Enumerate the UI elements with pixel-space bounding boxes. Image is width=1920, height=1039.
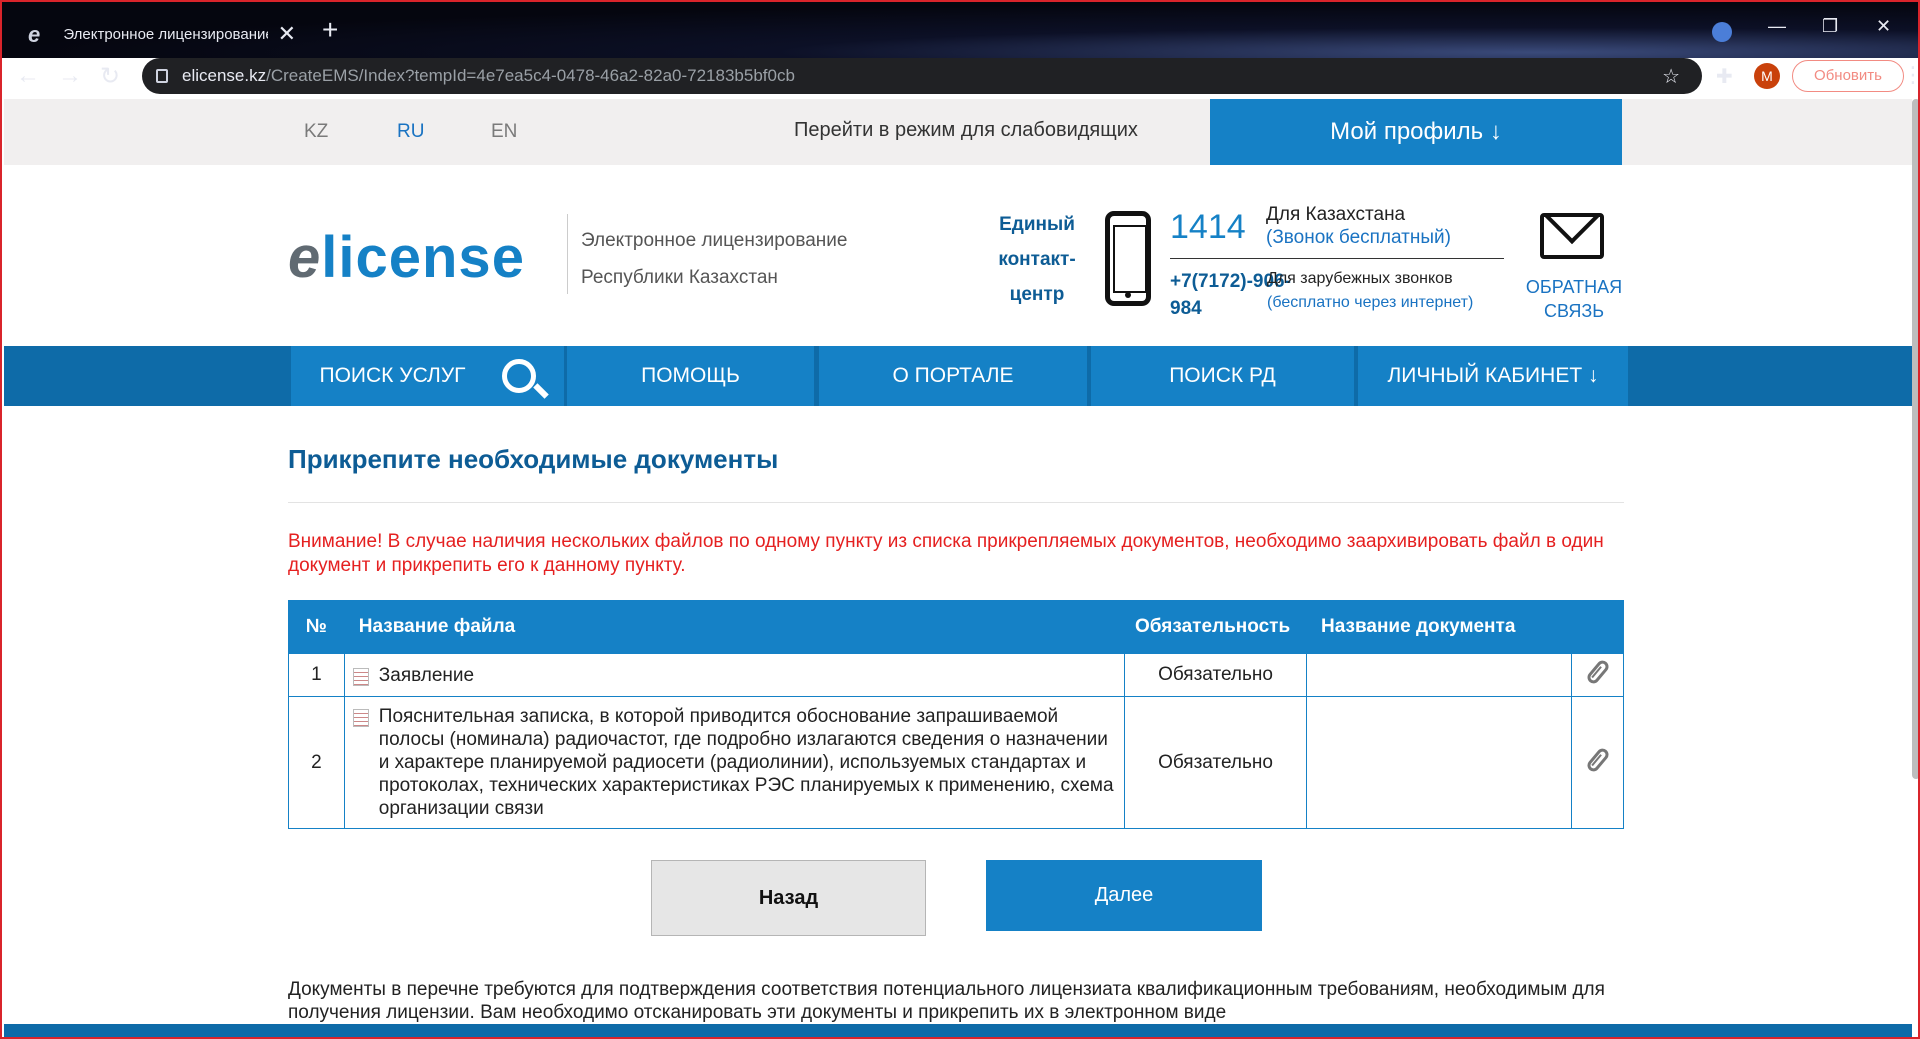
table-header-row: № Название файла Обязательность Название… xyxy=(288,600,1624,654)
logo-text: license xyxy=(321,225,525,290)
documents-table: № Название файла Обязательность Название… xyxy=(288,600,1624,829)
col-number: № xyxy=(288,600,345,654)
next-button[interactable]: Далее xyxy=(986,860,1262,931)
row-required: Обязательно xyxy=(1124,653,1307,697)
attach-cell[interactable] xyxy=(1571,696,1624,829)
site-favicon-icon: e xyxy=(28,22,41,47)
lang-ru[interactable]: RU xyxy=(397,121,424,143)
kz-calls-label: Для Казахстана xyxy=(1266,204,1406,225)
smartphone-icon xyxy=(1105,211,1151,306)
extensions-puzzle-icon[interactable]: ✚ xyxy=(1716,64,1733,89)
row-doc-name xyxy=(1305,696,1573,829)
row-file-name: Пояснительная записка, в которой приводи… xyxy=(343,696,1126,829)
row-number: 2 xyxy=(288,696,345,829)
tab-search-icon[interactable] xyxy=(1712,22,1732,42)
intl-free-note: (бесплатно через интернет) xyxy=(1267,294,1474,311)
lock-icon[interactable] xyxy=(156,69,168,83)
nav-search-label: ПОИСК УСЛУГ xyxy=(319,364,466,387)
row-number: 1 xyxy=(288,653,345,697)
main-nav: ПОИСК УСЛУГ ПОМОЩЬ О ПОРТАЛЕ ПОИСК РД ЛИ… xyxy=(4,346,1912,406)
close-tab-icon[interactable]: ✕ xyxy=(278,21,296,47)
paperclip-icon[interactable] xyxy=(1584,745,1611,774)
short-phone-number[interactable]: 1414 xyxy=(1170,208,1246,247)
col-attach xyxy=(1571,600,1624,654)
logo-subtitle-line2: Республики Казахстан xyxy=(581,267,778,288)
table-row: 1 Заявление Обязательно xyxy=(288,653,1624,697)
col-file-name: Название файла xyxy=(343,600,1126,654)
attach-cell[interactable] xyxy=(1571,653,1624,697)
nav-help[interactable]: ПОМОЩЬ xyxy=(567,346,814,406)
minimize-icon[interactable]: — xyxy=(1768,16,1786,37)
url-path: /CreateEMS/Index?tempId=4e7ea5c4-0478-46… xyxy=(266,66,795,85)
language-strip: KZ RU EN Перейти в режим для слабовидящи… xyxy=(4,99,1912,165)
feedback-link[interactable]: ОБРАТНАЯ СВЯЗЬ xyxy=(1516,275,1632,323)
file-name-text: Заявление xyxy=(378,664,475,686)
browser-window: e Электронное лицензирование ✕ + — ❐ ✕ ←… xyxy=(0,0,1920,1039)
col-required: Обязательность xyxy=(1124,600,1307,654)
elicense-logo[interactable]: elicense xyxy=(288,224,525,291)
reload-icon[interactable]: ↻ xyxy=(100,62,120,91)
page-title: Прикрепите необходимые документы xyxy=(288,444,779,474)
contact-divider xyxy=(1170,258,1504,259)
search-icon[interactable] xyxy=(501,359,536,393)
forward-arrow-icon[interactable]: → xyxy=(58,62,82,90)
document-icon xyxy=(352,667,369,686)
lang-en[interactable]: EN xyxy=(491,121,517,143)
restore-icon[interactable]: ❐ xyxy=(1822,16,1838,37)
nav-personal-cabinet[interactable]: ЛИЧНЫЙ КАБИНЕТ ↓ xyxy=(1358,346,1628,406)
envelope-icon[interactable] xyxy=(1540,213,1604,259)
lang-kz[interactable]: KZ xyxy=(304,121,328,143)
table-row: 2 Пояснительная записка, в которой приво… xyxy=(288,696,1624,829)
browser-tab[interactable]: e Электронное лицензирование ✕ xyxy=(16,10,308,58)
update-browser-button[interactable]: Обновить xyxy=(1792,60,1904,92)
profile-avatar[interactable]: M xyxy=(1754,63,1780,89)
close-window-icon[interactable]: ✕ xyxy=(1876,16,1891,37)
back-button[interactable]: Назад xyxy=(651,860,926,936)
bookmark-star-icon[interactable]: ☆ xyxy=(1662,64,1680,89)
contact-center-label: Единый контакт-центр xyxy=(998,214,1076,305)
kz-free-note: (Звонок бесплатный) xyxy=(1266,227,1451,248)
warning-message: Внимание! В случае наличия нескольких фа… xyxy=(288,531,1604,576)
intl-phone-number[interactable]: +7(7172)-906-984 xyxy=(1170,268,1291,322)
back-arrow-icon[interactable]: ← xyxy=(16,62,40,90)
intl-calls-label: Для зарубежных звонков xyxy=(1267,270,1453,287)
browser-menu-icon[interactable]: ⋮ xyxy=(1902,62,1918,88)
documents-footnote: Документы в перечне требуются для подтве… xyxy=(288,979,1605,1023)
tab-title: Электронное лицензирование xyxy=(63,25,268,43)
my-profile-button[interactable]: Мой профиль ↓ xyxy=(1210,99,1622,165)
logo-subtitle: Электронное лицензирование Республики Ка… xyxy=(581,222,901,296)
tab-strip: e Электронное лицензирование ✕ + — ❐ ✕ xyxy=(2,2,1918,58)
address-bar[interactable]: elicense.kz/CreateEMS/Index?tempId=4e7ea… xyxy=(142,58,1702,94)
nav-about[interactable]: О ПОРТАЛЕ xyxy=(819,346,1087,406)
nav-search-rd[interactable]: ПОИСК РД xyxy=(1091,346,1354,406)
accessibility-mode-link[interactable]: Перейти в режим для слабовидящих xyxy=(794,119,1138,142)
logo-divider xyxy=(567,214,568,294)
col-doc-name: Название документа xyxy=(1305,600,1573,654)
nav-search-services[interactable]: ПОИСК УСЛУГ xyxy=(291,346,564,406)
file-name-text: Пояснительная записка, в которой приводи… xyxy=(378,706,1114,819)
logo-e: e xyxy=(288,225,322,290)
row-doc-name xyxy=(1305,653,1573,697)
footer-bar xyxy=(4,1024,1912,1037)
document-icon xyxy=(352,709,369,727)
paperclip-icon[interactable] xyxy=(1584,658,1611,686)
row-required: Обязательно xyxy=(1124,696,1307,829)
page-scrollbar[interactable] xyxy=(1912,99,1918,779)
title-divider xyxy=(288,502,1624,503)
url-host: elicense.kz xyxy=(182,66,267,85)
row-file-name: Заявление xyxy=(343,653,1126,697)
new-tab-icon[interactable]: + xyxy=(322,14,338,46)
logo-subtitle-line1: Электронное лицензирование xyxy=(581,230,848,251)
